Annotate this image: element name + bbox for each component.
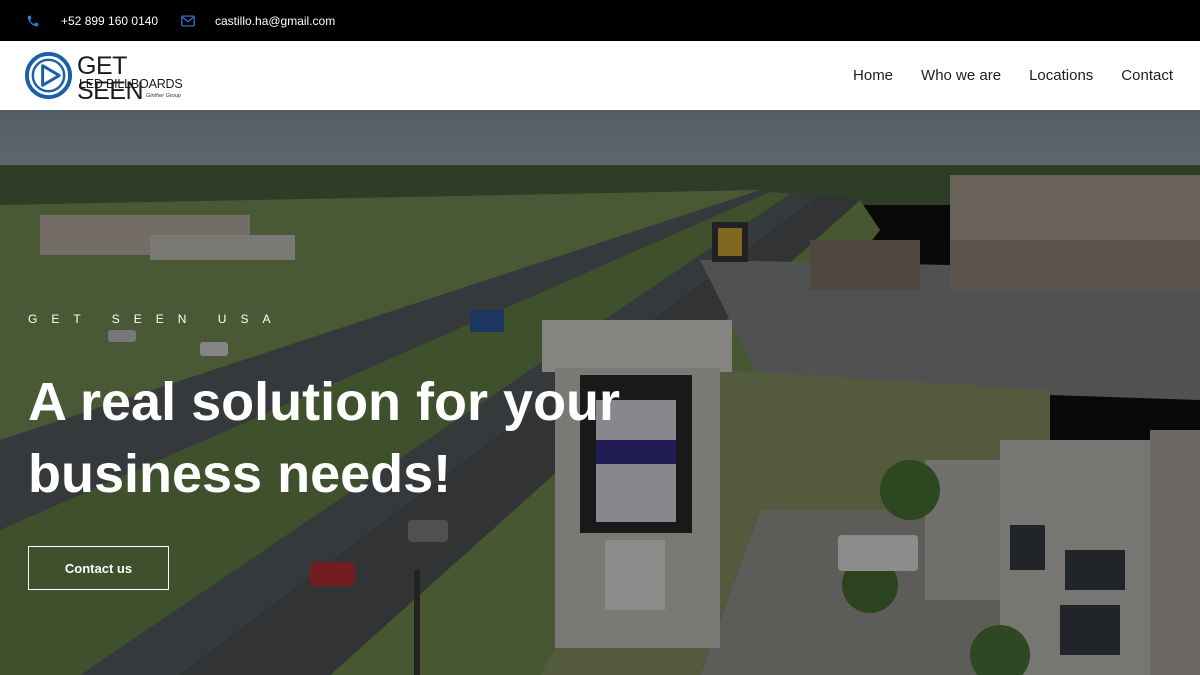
phone-icon[interactable] xyxy=(26,0,40,41)
hero-section: GET SEEN USA A real solution for your bu… xyxy=(0,110,1200,675)
top-contact-bar: +52 899 160 0140 castillo.ha@gmail.com xyxy=(0,0,1200,41)
contact-us-button[interactable]: Contact us xyxy=(28,546,169,590)
logo-subtitle: LED BILLBOARDS xyxy=(79,77,183,91)
hero-headline-line-2: business needs! xyxy=(28,444,452,504)
envelope-icon[interactable] xyxy=(181,0,195,41)
nav-who-we-are[interactable]: Who we are xyxy=(921,67,1001,84)
main-nav: Home Who we are Locations Contact xyxy=(853,41,1173,110)
nav-locations[interactable]: Locations xyxy=(1029,67,1093,84)
hero-headline-line-1: A real solution for your xyxy=(28,372,621,432)
phone-number-link[interactable]: +52 899 160 0140 xyxy=(61,0,158,41)
nav-home[interactable]: Home xyxy=(853,67,893,84)
nav-contact[interactable]: Contact xyxy=(1121,67,1173,84)
logo-byline: Ginther Group xyxy=(146,93,181,99)
email-link[interactable]: castillo.ha@gmail.com xyxy=(215,0,335,41)
site-header: GET SEEN LED BILLBOARDS Ginther Group Ho… xyxy=(0,41,1200,110)
hero-headline: A real solution for your business needs! xyxy=(28,366,728,510)
play-logo-icon xyxy=(24,51,73,100)
hero-eyebrow: GET SEEN USA xyxy=(28,312,285,326)
site-logo[interactable]: GET SEEN LED BILLBOARDS Ginther Group xyxy=(24,50,194,104)
